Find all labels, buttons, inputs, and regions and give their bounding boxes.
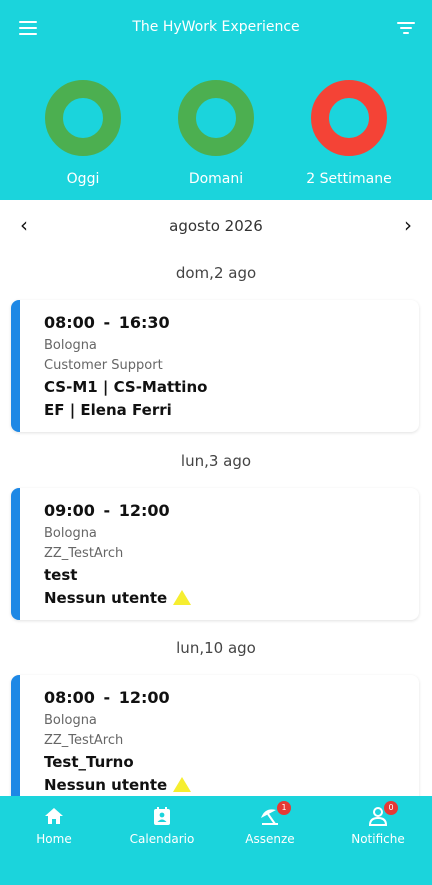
shift-department: ZZ_TestArch [44,546,124,561]
nav-item-home[interactable]: Home [9,802,99,852]
shift-department: Customer Support [44,358,163,373]
nav-label: Calendario [129,832,195,846]
absences-badge: 1 [277,801,291,815]
app-header: The HyWork Experience Oggi Domani 2 Sett… [0,0,432,200]
app-title: The HyWork Experience [132,19,300,35]
nav-label: Notifiche [351,832,405,846]
nav-label: Assenze [245,832,295,846]
warning-icon [173,777,192,792]
shift-card[interactable]: 09:00 - 12:00 Bologna ZZ_TestArch test N… [11,488,419,620]
month-label: agosto 2026 [169,217,263,235]
day-header: lun,3 ago [180,452,252,470]
shift-location: Bologna [44,526,97,541]
filter-icon [397,22,415,24]
shift-assignee-row: Nessun utente [44,774,419,797]
shift-location: Bologna [44,338,97,353]
summary-ring-today[interactable] [45,80,121,156]
shift-card[interactable]: 08:00 - 16:30 Bologna Customer Support C… [11,300,419,432]
nav-item-absences[interactable]: 1 Assenze [225,801,315,852]
shift-role: Test_Turno [44,753,134,771]
shift-assignee-row: Nessun utente [44,587,419,610]
nav-label: Home [36,832,72,846]
shift-role: CS-M1 | CS-Mattino [44,378,208,396]
filter-button[interactable] [394,17,418,39]
summary-ring-tomorrow[interactable] [178,80,254,156]
shift-card[interactable]: 08:00 - 12:00 Bologna ZZ_TestArch Test_T… [11,675,419,807]
day-header: lun,10 ago [176,639,256,657]
shift-location: Bologna [44,713,97,728]
nav-item-notifications[interactable]: 0 Notifiche [333,801,423,852]
shift-time: 08:00 - 12:00 [44,688,170,707]
shift-time: 09:00 - 12:00 [44,501,170,520]
day-header: dom,2 ago [175,264,257,282]
month-navigator: ‹ agosto 2026 › [0,208,432,244]
shift-role: test [44,566,78,584]
home-icon [45,808,63,824]
nav-item-calendar[interactable]: Calendario [117,802,207,852]
calendar-icon [154,807,170,825]
shift-assignee: Nessun utente [44,589,168,607]
shift-assignee: EF | Elena Ferri [44,401,172,419]
shift-time: 08:00 - 16:30 [44,313,170,332]
summary-ring-two-weeks[interactable] [311,80,387,156]
summary-label-today: Oggi [66,171,100,187]
notifications-badge: 0 [384,801,398,815]
warning-icon [173,590,192,605]
shift-department: ZZ_TestArch [44,733,124,748]
summary-label-two-weeks: 2 Settimane [306,171,392,187]
chevron-right-icon[interactable]: › [396,214,420,238]
summary-label-tomorrow: Domani [188,171,244,187]
shift-assignee: Nessun utente [44,776,168,794]
bottom-navigation: Home Calendario 1 Assenze 0 Notifiche [0,796,432,885]
